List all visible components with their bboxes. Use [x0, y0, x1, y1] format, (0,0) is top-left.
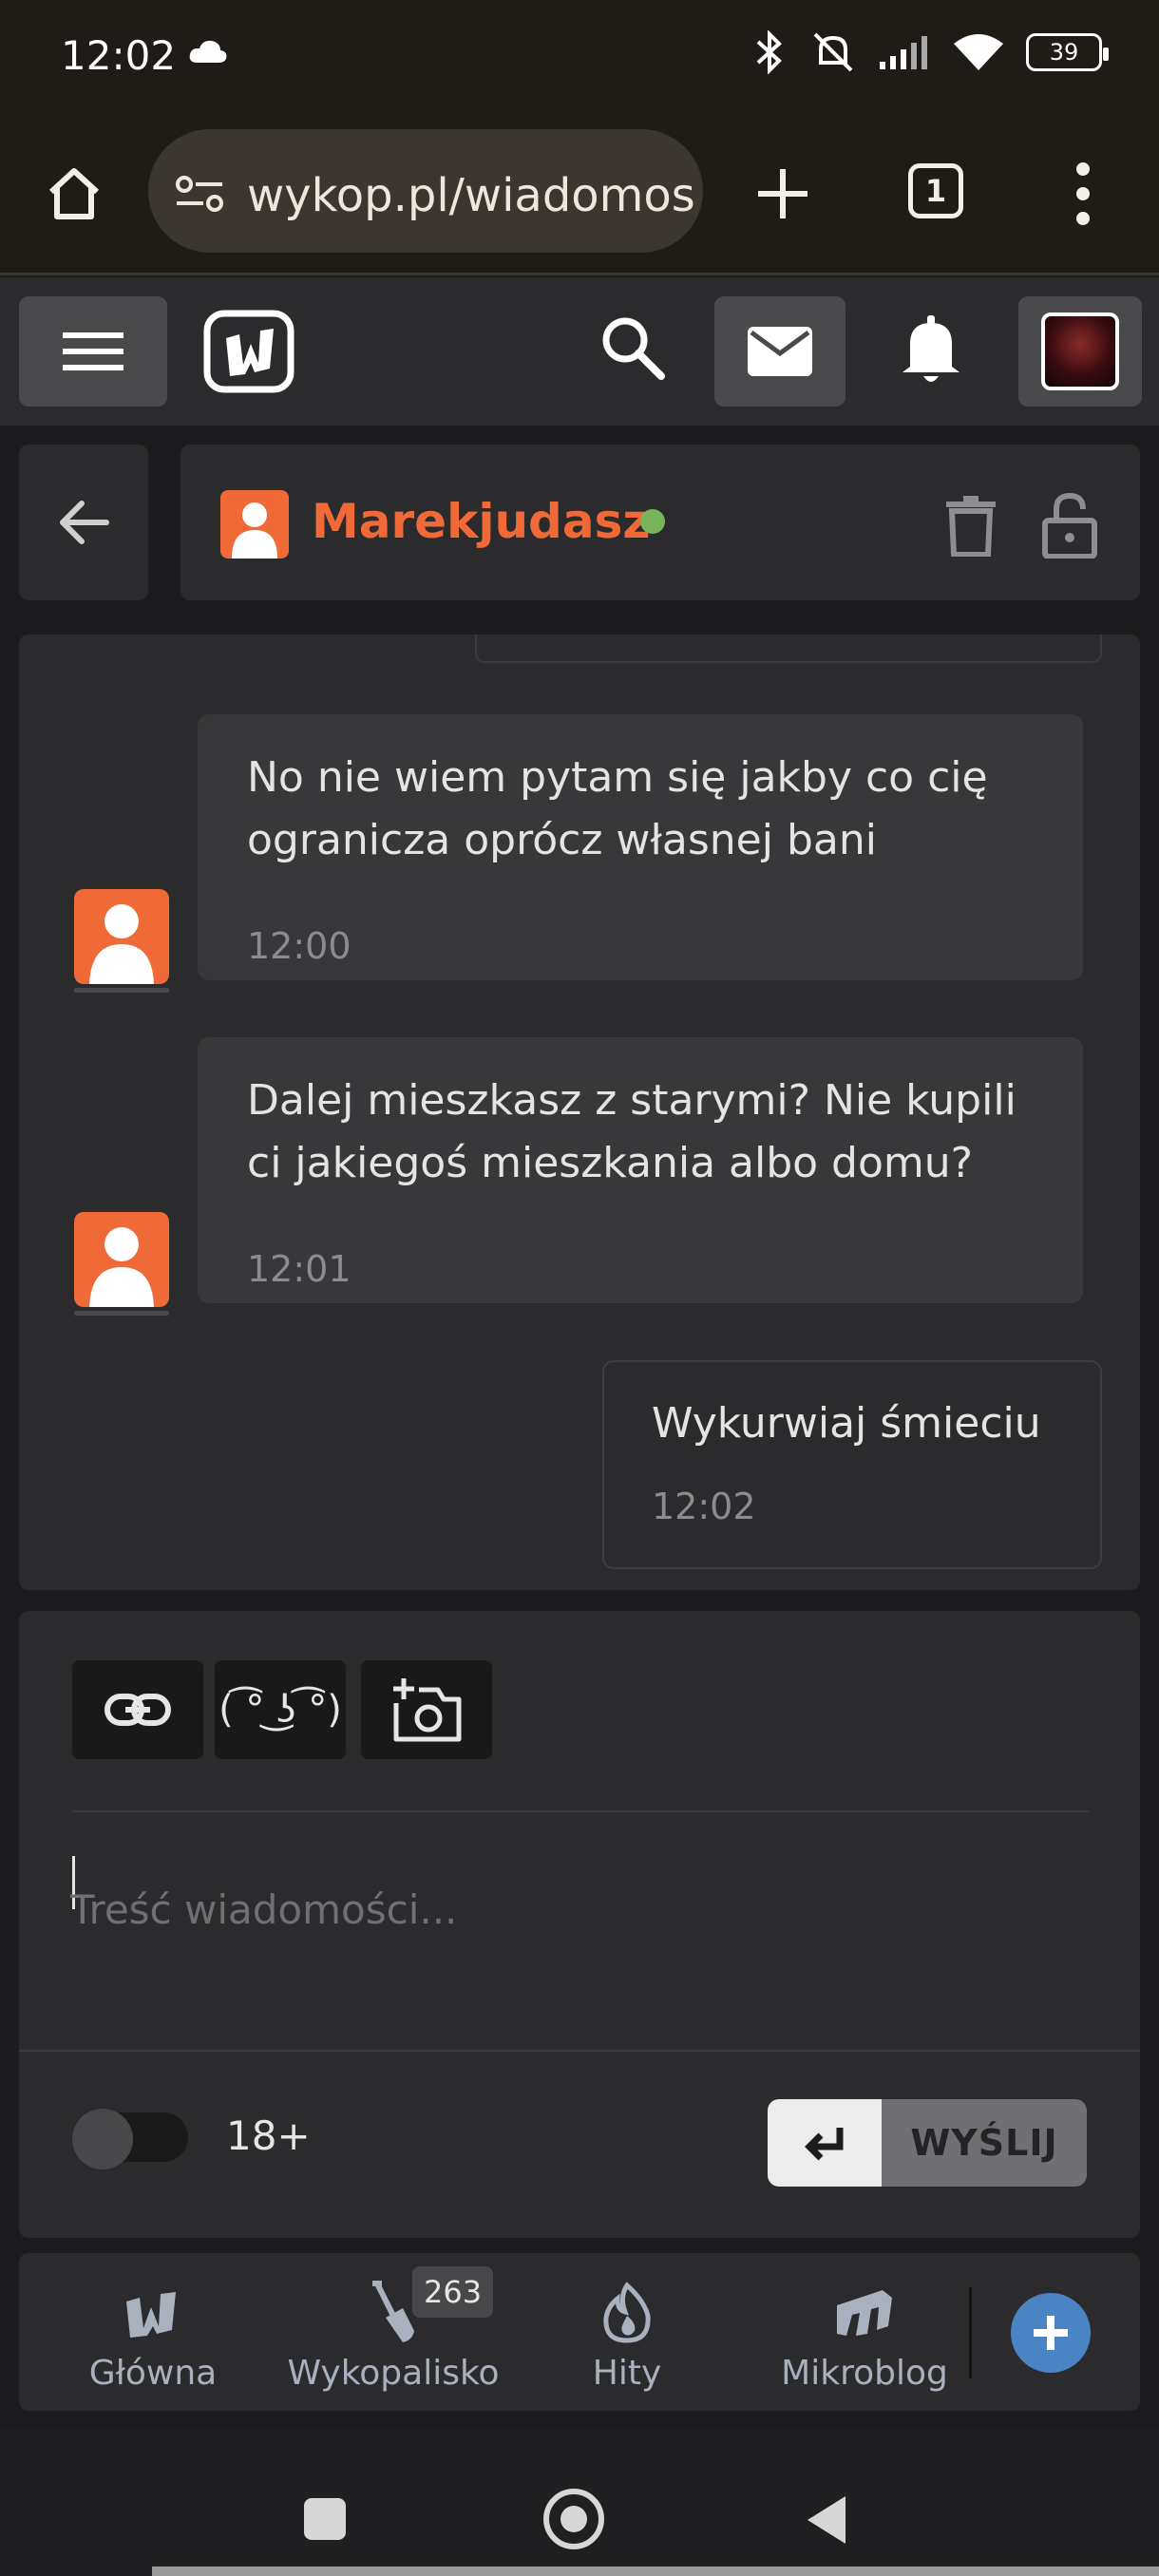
conversation-username[interactable]: Marekjudasz: [312, 494, 650, 549]
avatar: [1041, 313, 1119, 390]
conversation-avatar[interactable]: [220, 490, 289, 559]
message-text: Wykurwiaj śmieciu: [652, 1399, 1041, 1448]
nav-label: Hity: [592, 2354, 662, 2393]
home-icon[interactable]: [44, 163, 104, 224]
add-photo-button[interactable]: [361, 1660, 492, 1759]
message-time: 12:02: [652, 1486, 756, 1527]
message-bubble-received: No nie wiem pytam się jakby co cię ogran…: [198, 714, 1083, 980]
divider: [19, 2050, 1140, 2052]
user-silhouette-icon: [232, 502, 277, 559]
message-time: 12:00: [247, 925, 352, 967]
hamburger-icon: [63, 332, 124, 370]
url-bar[interactable]: wykop.pl/wiadomos: [148, 129, 703, 253]
divider: [969, 2287, 972, 2378]
more-options-icon[interactable]: [1074, 160, 1092, 228]
wykop-logo-icon: [126, 2292, 176, 2338]
lock-icon[interactable]: [1041, 492, 1098, 559]
gesture-bar: [152, 2567, 1159, 2576]
mail-icon: [748, 327, 812, 376]
insert-link-button[interactable]: [72, 1660, 203, 1759]
user-silhouette-icon: [89, 904, 154, 984]
site-header: [0, 277, 1159, 426]
add-photo-icon: [393, 1678, 462, 1742]
send-button-label: WYŚLIJ: [882, 2099, 1087, 2187]
divider: [72, 1810, 1089, 1812]
site-settings-icon[interactable]: [175, 173, 224, 215]
nav-label: Mikroblog: [781, 2354, 948, 2393]
message-text: No nie wiem pytam się jakby co cię ogran…: [247, 753, 988, 864]
nsfw-toggle-label: 18+: [226, 2112, 311, 2159]
silent-bell-icon: [813, 32, 853, 72]
arrow-left-icon: [60, 501, 109, 544]
battery-icon: 39: [1026, 33, 1109, 71]
message-bubble-sent: Wykurwiaj śmieciu 12:02: [602, 1360, 1102, 1569]
nav-item-glowna[interactable]: Główna: [72, 2280, 234, 2393]
online-status-dot: [640, 509, 665, 534]
recents-button[interactable]: [304, 2498, 346, 2540]
user-silhouette-icon: [89, 1227, 154, 1307]
link-icon: [104, 1694, 171, 1726]
add-content-button[interactable]: [1011, 2293, 1091, 2373]
status-bar: 12:02 39: [0, 0, 1159, 114]
back-button[interactable]: [19, 445, 148, 600]
user-avatar-button[interactable]: [1018, 296, 1142, 407]
cloud-icon: [189, 40, 227, 63]
wykop-logo-icon[interactable]: [203, 310, 294, 393]
nav-item-mikroblog[interactable]: Mikroblog: [760, 2280, 969, 2393]
message-text: Dalej mieszkasz z starymi? Nie kupili ci…: [247, 1076, 1016, 1187]
tab-switcher-button[interactable]: 1: [908, 163, 963, 218]
enter-icon: [768, 2099, 882, 2187]
plus-icon: [1034, 2316, 1068, 2350]
message-time: 12:01: [247, 1248, 352, 1290]
menu-button[interactable]: [19, 296, 167, 407]
flame-icon: [603, 2282, 651, 2343]
message-list[interactable]: No nie wiem pytam się jakby co cię ogran…: [19, 635, 1140, 1590]
new-tab-icon[interactable]: [752, 163, 813, 224]
status-time: 12:02: [61, 32, 177, 79]
home-button[interactable]: [543, 2489, 604, 2549]
send-button[interactable]: WYŚLIJ: [768, 2099, 1087, 2187]
avatar[interactable]: [74, 889, 169, 984]
wifi-icon: [954, 34, 1003, 70]
back-triangle-icon[interactable]: [804, 2494, 847, 2546]
avatar-underline: [74, 988, 169, 993]
search-icon[interactable]: [595, 310, 671, 386]
toggle-knob: [72, 2109, 133, 2169]
bell-icon[interactable]: [897, 312, 965, 388]
messages-button[interactable]: [714, 296, 846, 407]
avatar-underline: [74, 1311, 169, 1316]
nsfw-toggle[interactable]: [72, 2109, 188, 2169]
lenny-face-button[interactable]: ( ͡° ͜ʖ ͡°): [215, 1660, 346, 1759]
message-input[interactable]: [70, 1852, 1089, 1966]
system-navigation-bar: [0, 2428, 1159, 2576]
url-text: wykop.pl/wiadomos: [247, 169, 695, 222]
wykopalisko-count-badge: 263: [412, 2266, 494, 2318]
message-bubble-received: Dalej mieszkasz z starymi? Nie kupili ci…: [198, 1037, 1083, 1303]
nav-label: Wykopalisko: [287, 2354, 500, 2393]
trash-icon[interactable]: [944, 494, 998, 557]
bottom-navigation: Główna Wykopalisko 263 Hity Mikroblog: [19, 2253, 1140, 2411]
conversation-header: Marekjudasz: [180, 445, 1140, 600]
previous-message-bubble: [475, 635, 1102, 663]
compose-panel: ( ͡° ͜ʖ ͡°) 18+ WYŚLIJ: [19, 1611, 1140, 2238]
signal-icon: [880, 36, 927, 69]
mikroblog-icon: [837, 2290, 892, 2336]
avatar[interactable]: [74, 1212, 169, 1307]
nav-label: Główna: [88, 2354, 218, 2393]
browser-toolbar: wykop.pl/wiadomos 1: [0, 114, 1159, 275]
bluetooth-icon: [756, 30, 782, 74]
nav-item-hity[interactable]: Hity: [551, 2280, 703, 2393]
